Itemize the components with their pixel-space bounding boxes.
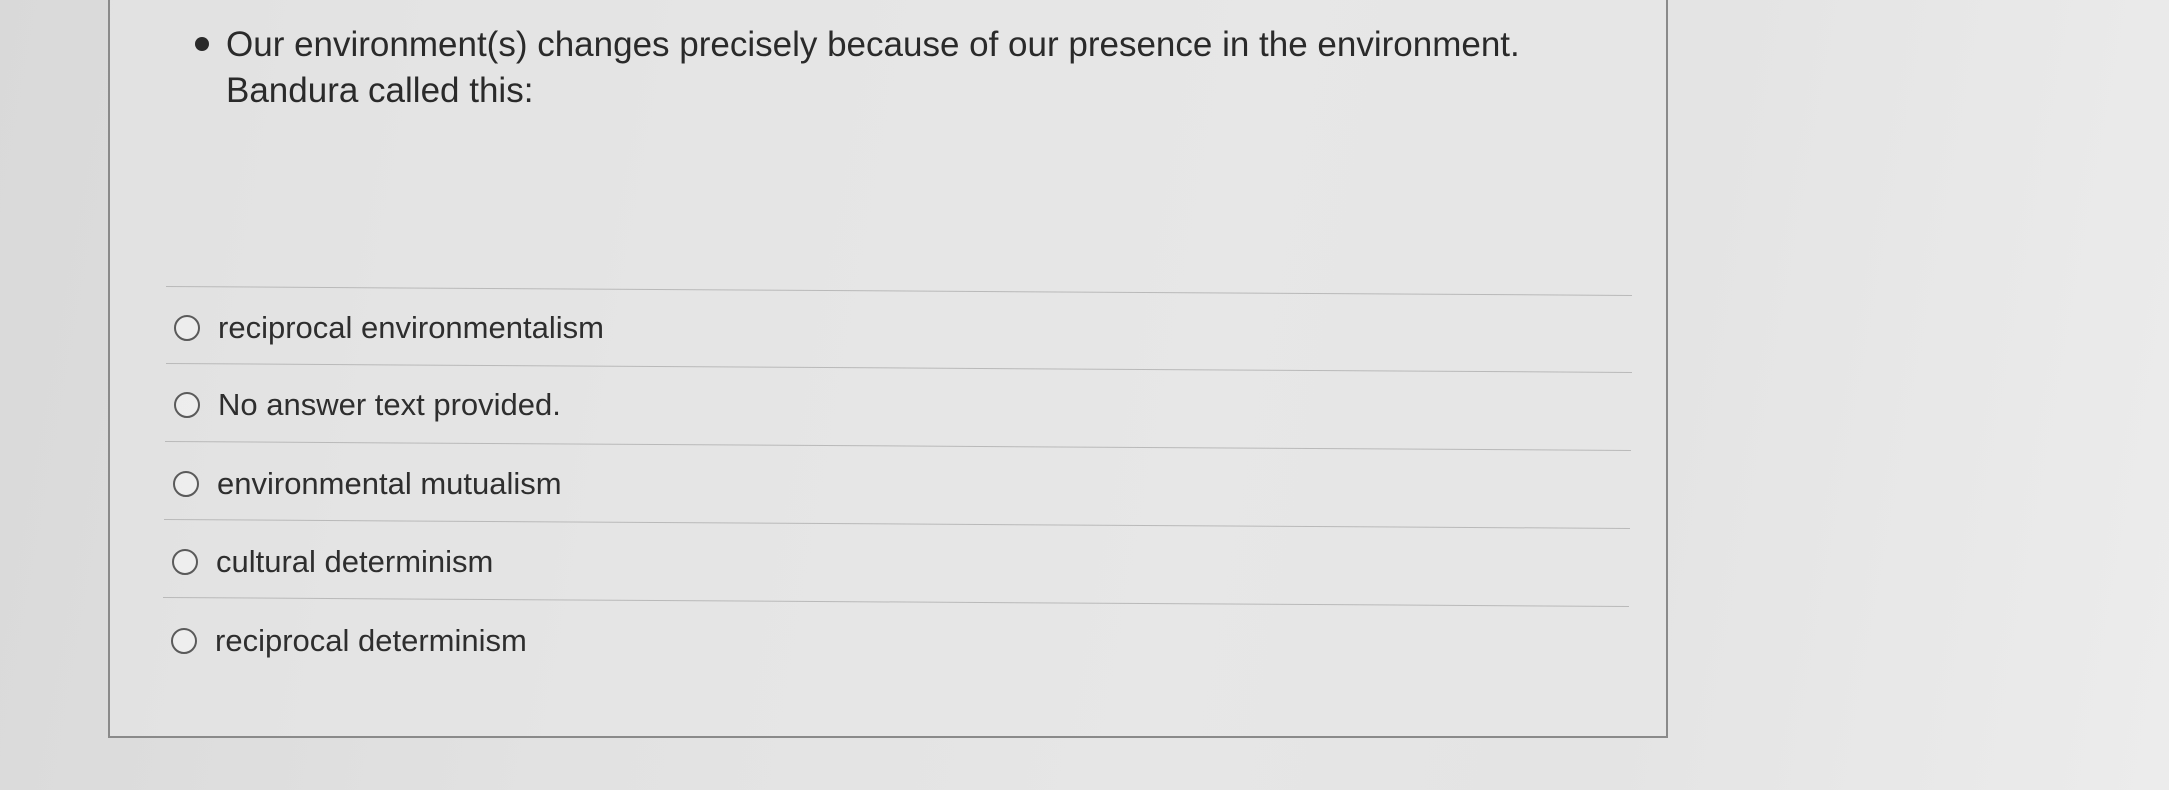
divider [164, 441, 1631, 451]
option-label: reciprocal determinism [215, 623, 527, 658]
answer-option-3[interactable]: environmental mutualism [173, 466, 562, 502]
option-label: cultural determinism [216, 544, 494, 579]
question-line-2: Bandura called this: [226, 71, 534, 110]
radio-button[interactable] [174, 315, 200, 341]
question-text: Our environment(s) changes precisely bec… [226, 22, 1520, 114]
radio-button[interactable] [173, 471, 199, 497]
divider [165, 363, 1632, 373]
radio-button[interactable] [172, 549, 198, 575]
answer-option-5[interactable]: reciprocal determinism [171, 623, 527, 659]
answer-option-4[interactable]: cultural determinism [172, 544, 493, 580]
answer-option-1[interactable]: reciprocal environmentalism [174, 310, 604, 346]
divider [163, 519, 1630, 529]
answer-option-2[interactable]: No answer text provided. [174, 387, 561, 423]
radio-button[interactable] [174, 392, 200, 418]
option-label: No answer text provided. [218, 387, 561, 422]
question-line-1: Our environment(s) changes precisely bec… [226, 25, 1520, 64]
divider [165, 286, 1632, 296]
option-label: environmental mutualism [217, 466, 562, 501]
radio-button[interactable] [171, 628, 197, 654]
divider [162, 597, 1629, 607]
question-card: Our environment(s) changes precisely bec… [108, 0, 1668, 738]
bullet-icon [195, 37, 209, 51]
option-label: reciprocal environmentalism [218, 310, 604, 345]
